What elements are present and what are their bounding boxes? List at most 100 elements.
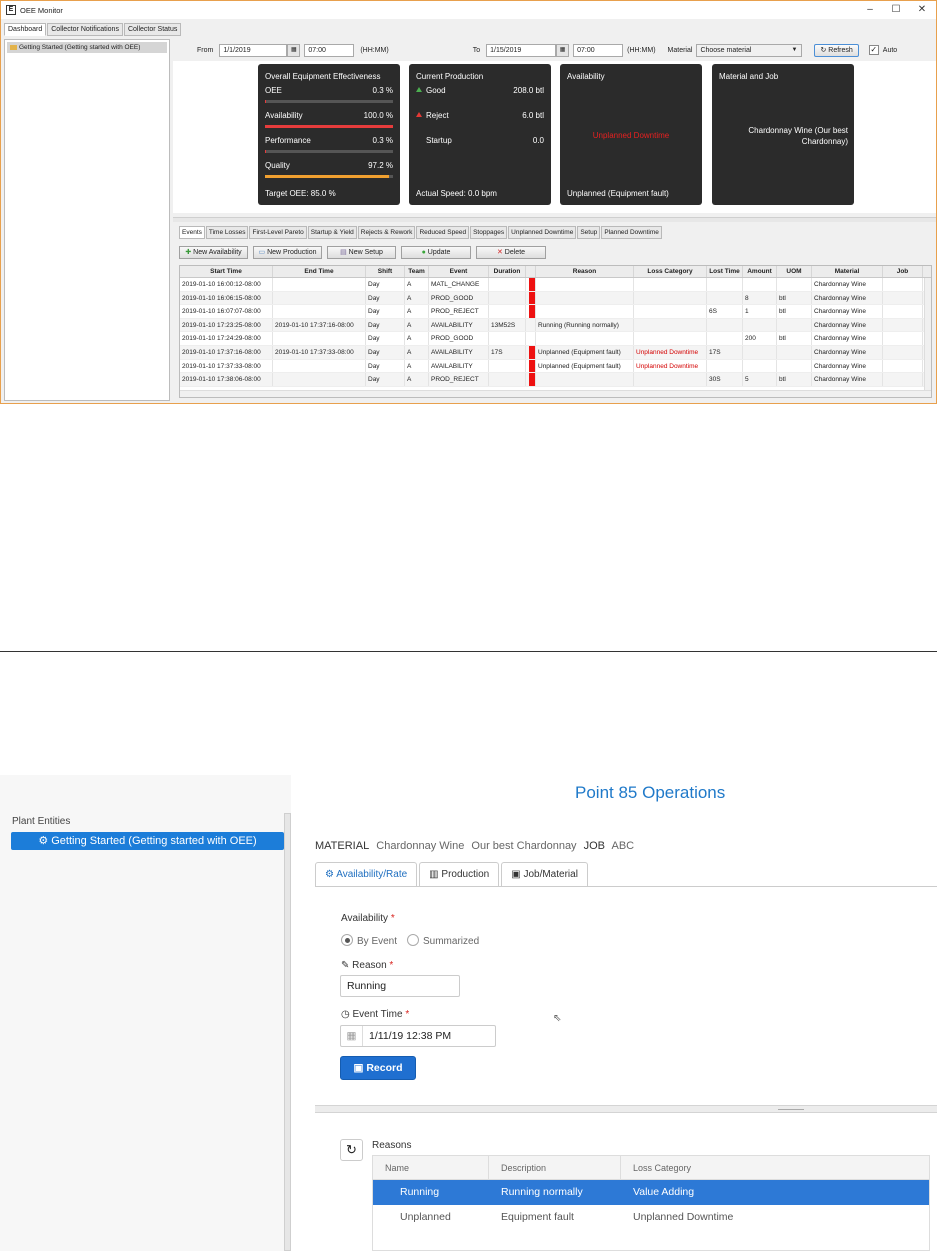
tab-first-level-pareto[interactable]: First-Level Pareto bbox=[249, 226, 307, 239]
cell-end-time bbox=[273, 373, 366, 386]
table-row[interactable]: 2019-01-10 16:00:12-08:00 Day A MATL_CHANGE… bbox=[180, 278, 931, 292]
column-header-name[interactable]: Name bbox=[373, 1156, 489, 1179]
column-header-shift[interactable]: Shift bbox=[366, 266, 405, 277]
cell-start-time: 2019-01-10 17:24:29-08:00 bbox=[180, 332, 273, 345]
reason-row[interactable]: Running Running normally Value Adding bbox=[373, 1180, 929, 1205]
quality-bar bbox=[265, 175, 393, 178]
table-row[interactable]: 2019-01-10 17:24:29-08:00 Day A PROD_GOOD 20… bbox=[180, 332, 931, 346]
cell-material: Chardonnay Wine bbox=[812, 332, 883, 345]
new-availability-button[interactable]: ✚ New Availability bbox=[179, 246, 248, 259]
tab-reduced-speed[interactable]: Reduced Speed bbox=[416, 226, 470, 239]
cell-loss-category bbox=[634, 278, 707, 291]
tab-collector-status[interactable]: Collector Status bbox=[123, 23, 182, 36]
splitter-handle[interactable] bbox=[778, 1109, 804, 1110]
calendar-icon[interactable]: ▦ bbox=[287, 43, 301, 57]
column-header-status[interactable] bbox=[526, 266, 536, 277]
column-header-start-time[interactable]: Start Time bbox=[180, 266, 273, 277]
availability-status: Unplanned Downtime bbox=[592, 131, 670, 140]
horizontal-scrollbar[interactable] bbox=[180, 390, 931, 397]
tab-time-losses[interactable]: Time Losses bbox=[205, 226, 249, 239]
by-event-radio[interactable]: By Event bbox=[341, 934, 397, 947]
column-header-job[interactable]: Job bbox=[883, 266, 923, 277]
cell-amount: 1 bbox=[743, 305, 777, 318]
table-row[interactable]: 2019-01-10 17:23:25-08:00 2019-01-10 17:3… bbox=[180, 318, 931, 333]
reason-label-text: Reason bbox=[352, 960, 387, 971]
cell-uom bbox=[777, 345, 812, 359]
reason-row[interactable]: Unplanned Equipment fault Unplanned Down… bbox=[373, 1205, 929, 1230]
tab-unplanned-downtime[interactable]: Unplanned Downtime bbox=[508, 226, 577, 239]
tab-production[interactable]: ▥ Production bbox=[419, 862, 500, 886]
close-button[interactable]: ✕ bbox=[908, 1, 936, 19]
tab-rejects-rework[interactable]: Rejects & Rework bbox=[357, 226, 416, 239]
from-time-input[interactable]: 07:00 bbox=[304, 43, 355, 57]
column-header-event[interactable]: Event bbox=[429, 266, 489, 277]
column-header-uom[interactable]: UOM bbox=[777, 266, 812, 277]
radio-icon bbox=[341, 934, 353, 946]
calendar-icon[interactable]: ▦ bbox=[556, 43, 570, 57]
event-time-input[interactable]: ▦ 1/11/19 12:38 PM bbox=[340, 1025, 496, 1047]
reason-input[interactable]: Running bbox=[340, 975, 460, 997]
cell-uom bbox=[777, 318, 812, 332]
table-row[interactable]: 2019-01-10 17:37:33-08:00 Day A AVAILABILIT… bbox=[180, 359, 931, 374]
availability-card-title: Availability bbox=[567, 72, 605, 81]
tree-item-getting-started[interactable]: Getting Started (Getting started with OE… bbox=[7, 42, 167, 53]
column-header-loss-category[interactable]: Loss Category bbox=[621, 1156, 929, 1179]
cell-duration bbox=[489, 359, 526, 373]
summarized-radio[interactable]: Summarized bbox=[407, 934, 479, 947]
cell-job bbox=[883, 345, 923, 359]
column-header-description[interactable]: Description bbox=[489, 1156, 621, 1179]
delete-button[interactable]: ✕ Delete bbox=[476, 246, 546, 259]
tab-job-material[interactable]: ▣ Job/Material bbox=[501, 862, 588, 886]
table-row[interactable]: 2019-01-10 17:37:16-08:00 2019-01-10 17:3… bbox=[180, 345, 931, 360]
tab-collector-notifications[interactable]: Collector Notifications bbox=[47, 23, 123, 36]
to-date-input[interactable]: 1/15/2019 bbox=[486, 43, 557, 57]
splitter[interactable] bbox=[284, 813, 291, 1251]
cell-lost-time bbox=[707, 291, 743, 305]
splitter[interactable] bbox=[173, 217, 936, 222]
refresh-reasons-button[interactable]: ↻ bbox=[340, 1139, 363, 1161]
material-desc: Our best Chardonnay bbox=[471, 840, 577, 852]
cell-loss-category: Unplanned Downtime bbox=[634, 359, 707, 373]
update-button[interactable]: ● Update bbox=[401, 246, 471, 259]
to-time-format: (HH:MM) bbox=[627, 46, 656, 54]
cell-amount bbox=[743, 359, 777, 373]
refresh-button[interactable]: ↻ Refresh bbox=[814, 43, 859, 57]
calendar-icon[interactable]: ▦ bbox=[341, 1026, 363, 1046]
table-row[interactable]: 2019-01-10 16:07:07-08:00 Day A PROD_REJECT… bbox=[180, 305, 931, 319]
reason-description: Equipment fault bbox=[501, 1211, 574, 1223]
column-header-amount[interactable]: Amount bbox=[743, 266, 777, 277]
cell-amount bbox=[743, 318, 777, 332]
record-button[interactable]: ▣ Record bbox=[340, 1056, 416, 1080]
tab-dashboard[interactable]: Dashboard bbox=[4, 23, 47, 36]
from-date-input[interactable]: 1/1/2019 bbox=[219, 43, 288, 57]
to-time-input[interactable]: 07:00 bbox=[573, 43, 624, 57]
plant-item-getting-started[interactable]: ⚙ Getting Started (Getting started with … bbox=[11, 832, 284, 850]
new-production-button[interactable]: ▭ New Production bbox=[253, 246, 322, 259]
column-header-lost-time[interactable]: Lost Time bbox=[707, 266, 743, 277]
tab-setup[interactable]: Setup bbox=[577, 226, 601, 239]
tab-stoppages[interactable]: Stoppages bbox=[470, 226, 508, 239]
tab-planned-downtime[interactable]: Planned Downtime bbox=[601, 226, 662, 239]
maximize-button[interactable]: ☐ bbox=[882, 1, 910, 19]
refresh-icon: ↻ bbox=[820, 46, 827, 54]
auto-checkbox[interactable]: ✓ bbox=[868, 45, 879, 55]
tab-events[interactable]: Events bbox=[179, 226, 205, 239]
cell-team: A bbox=[405, 278, 429, 291]
material-select[interactable]: Choose material ▼ bbox=[696, 43, 803, 57]
column-header-team[interactable]: Team bbox=[405, 266, 429, 277]
column-header-material[interactable]: Material bbox=[812, 266, 883, 277]
table-row[interactable]: 2019-01-10 17:38:06-08:00 Day A PROD_REJECT… bbox=[180, 373, 931, 387]
column-header-duration[interactable]: Duration bbox=[489, 266, 526, 277]
oee-bar bbox=[265, 100, 393, 103]
column-header-loss-category[interactable]: Loss Category bbox=[634, 266, 707, 277]
tab-startup-yield[interactable]: Startup & Yield bbox=[307, 226, 357, 239]
vertical-scrollbar[interactable] bbox=[924, 278, 931, 390]
table-row[interactable]: 2019-01-10 16:06:15-08:00 Day A PROD_GOOD 8 b… bbox=[180, 291, 931, 306]
tab-availability-rate[interactable]: ⚙ Availability/Rate bbox=[315, 862, 418, 886]
column-header-end-time[interactable]: End Time bbox=[273, 266, 366, 277]
performance-value: 0.3 % bbox=[372, 136, 393, 145]
splitter[interactable] bbox=[315, 1105, 937, 1113]
new-setup-button[interactable]: ▤ New Setup bbox=[327, 246, 396, 259]
minimize-button[interactable]: – bbox=[856, 1, 884, 19]
column-header-reason[interactable]: Reason bbox=[536, 266, 634, 277]
